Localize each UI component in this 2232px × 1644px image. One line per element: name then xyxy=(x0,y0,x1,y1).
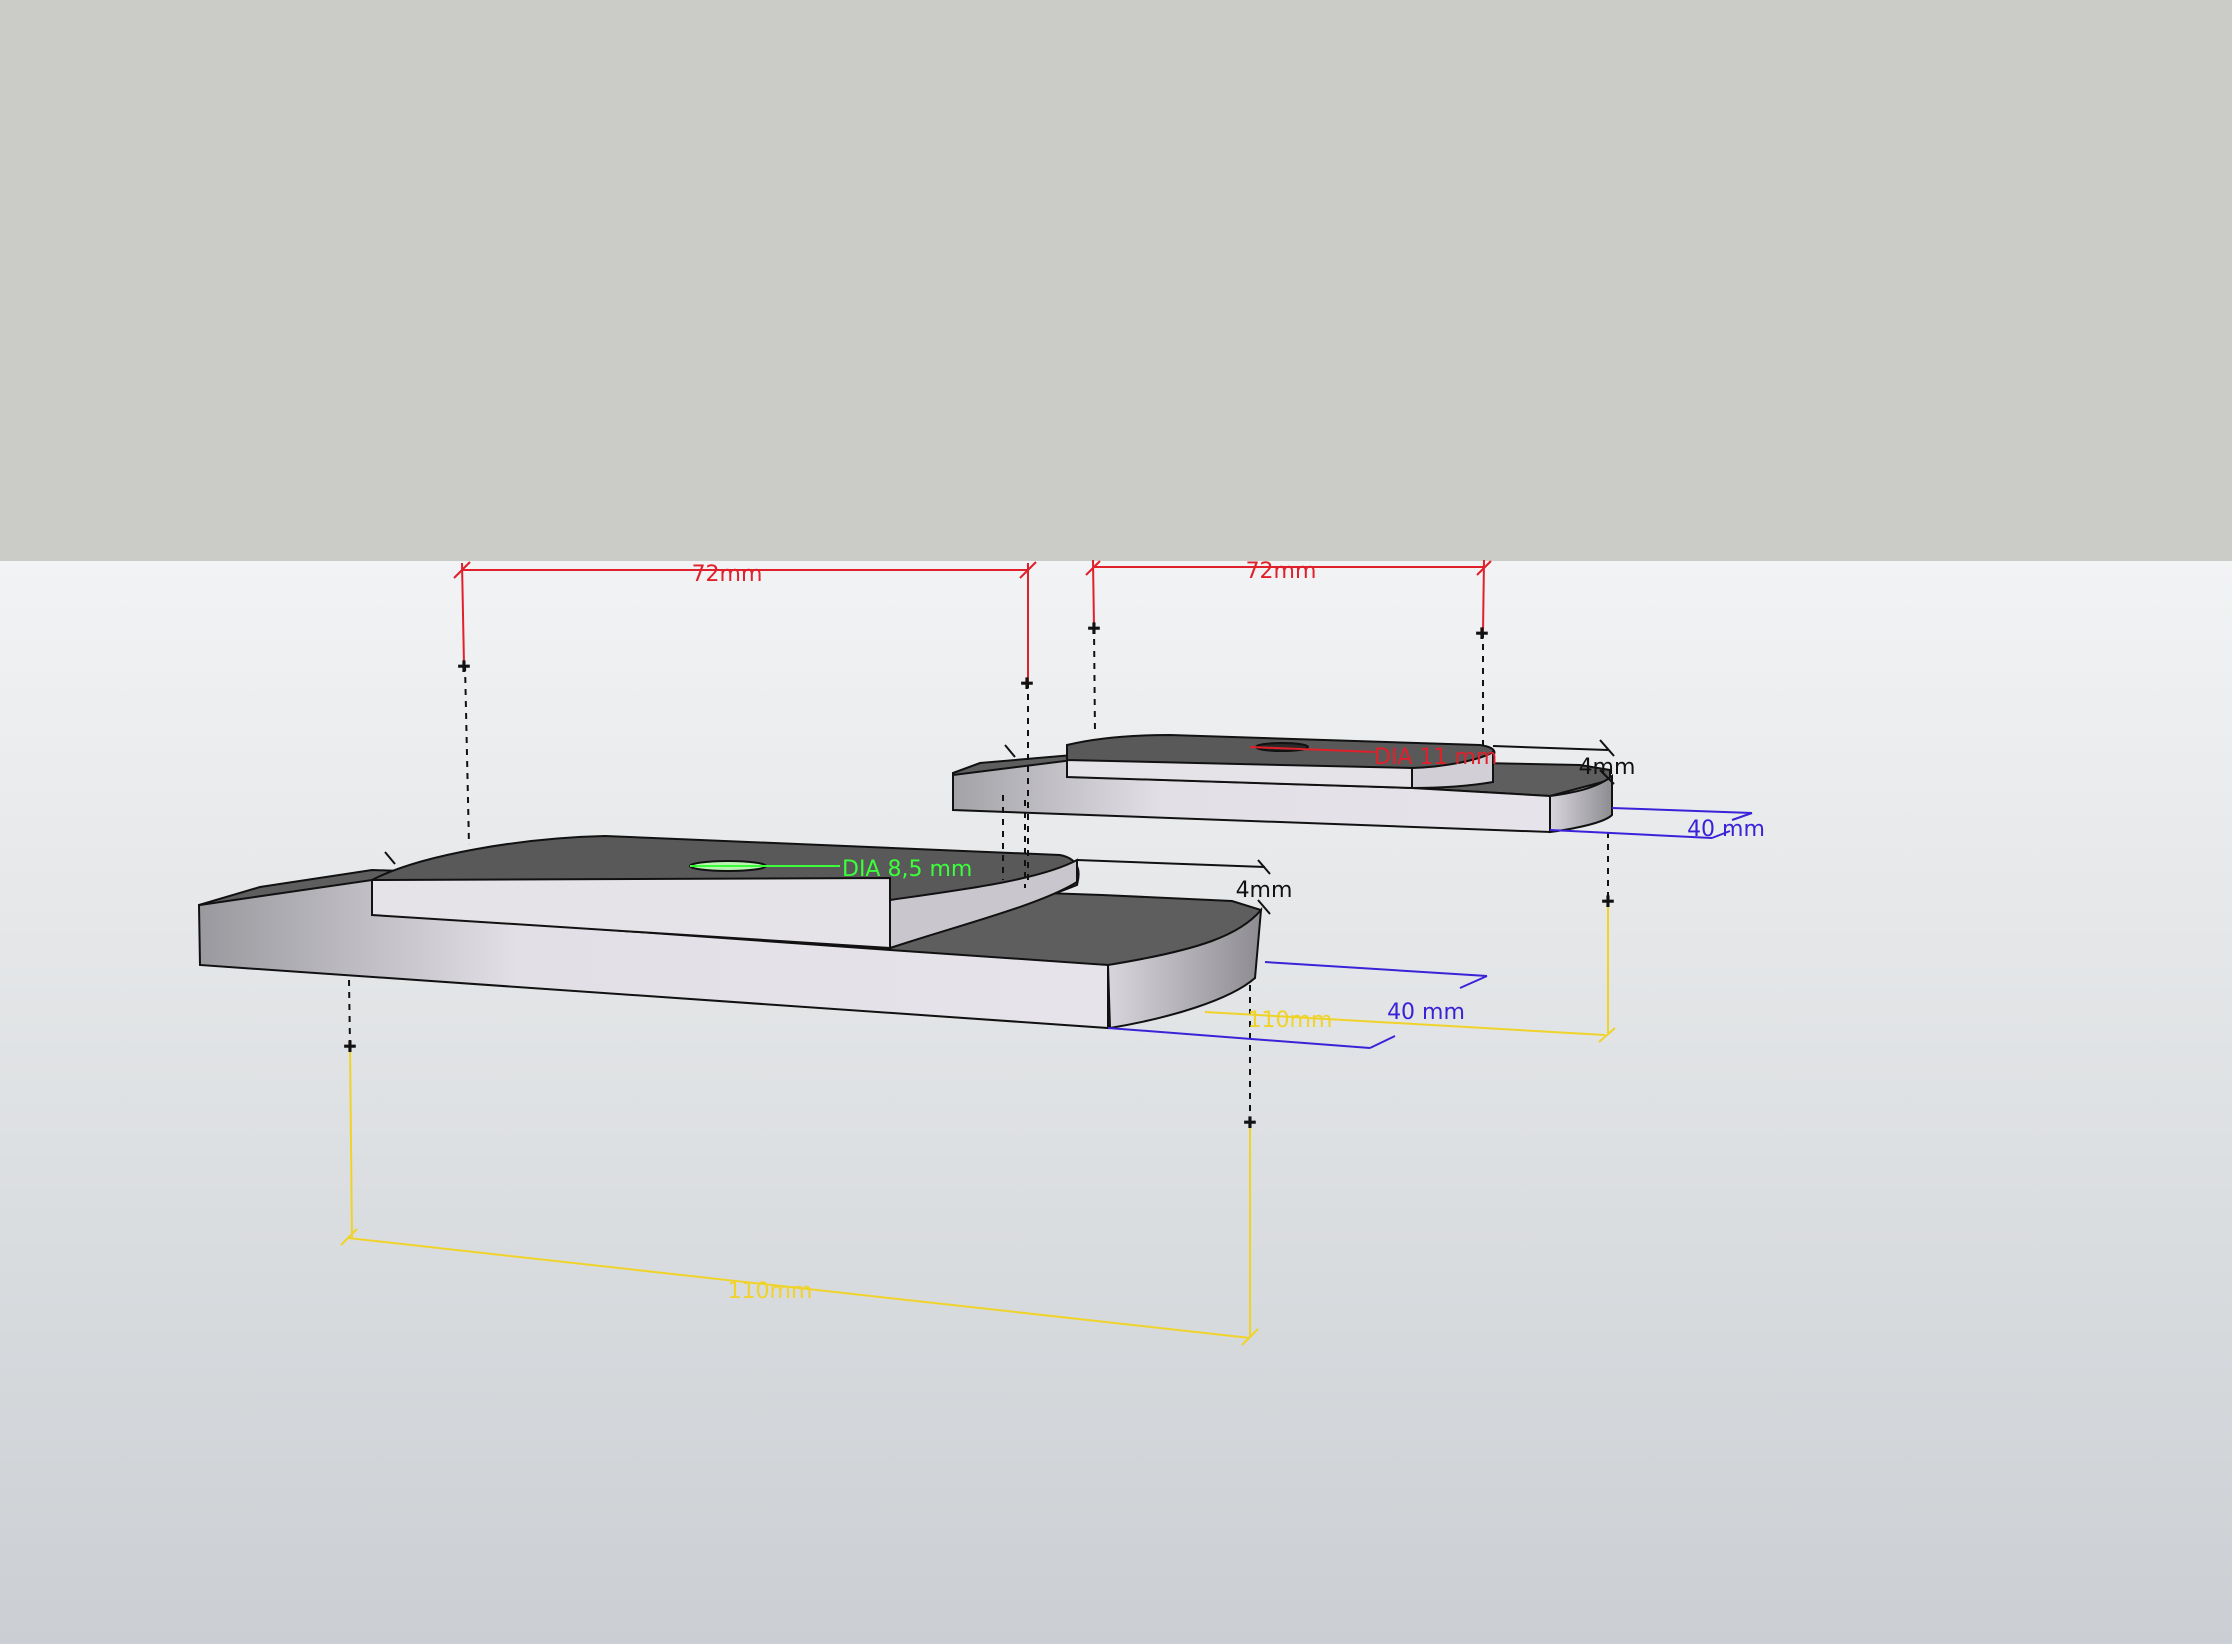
svg-text:✚: ✚ xyxy=(1601,892,1614,911)
small-depth-label: 40 mm xyxy=(1687,817,1765,842)
svg-text:✚: ✚ xyxy=(457,657,470,676)
large-length-label: 110mm xyxy=(728,1279,813,1304)
sky-background xyxy=(0,0,2232,561)
large-width-label: 72mm xyxy=(692,562,763,587)
svg-text:✚: ✚ xyxy=(1087,619,1100,638)
small-length-label: 110mm xyxy=(1248,1008,1333,1033)
svg-text:✚: ✚ xyxy=(1020,674,1033,693)
small-width-label: 72mm xyxy=(1246,559,1317,584)
svg-text:✚: ✚ xyxy=(1475,624,1488,643)
large-depth-label: 40 mm xyxy=(1387,1000,1465,1025)
large-thickness-label: 4mm xyxy=(1236,878,1293,903)
small-thickness-label: 4mm xyxy=(1579,755,1636,780)
3d-viewport[interactable]: ✚ ✚ 72mm ✚ ✚ 110mm 40 mm 4mm DIA 8,5 mm xyxy=(0,0,2232,1644)
large-hole-label: DIA 8,5 mm xyxy=(842,857,972,882)
ground-plane xyxy=(0,561,2232,1644)
svg-text:✚: ✚ xyxy=(1243,1113,1256,1132)
small-hole-label: DIA 11 mm xyxy=(1374,745,1497,770)
svg-text:✚: ✚ xyxy=(343,1037,356,1056)
